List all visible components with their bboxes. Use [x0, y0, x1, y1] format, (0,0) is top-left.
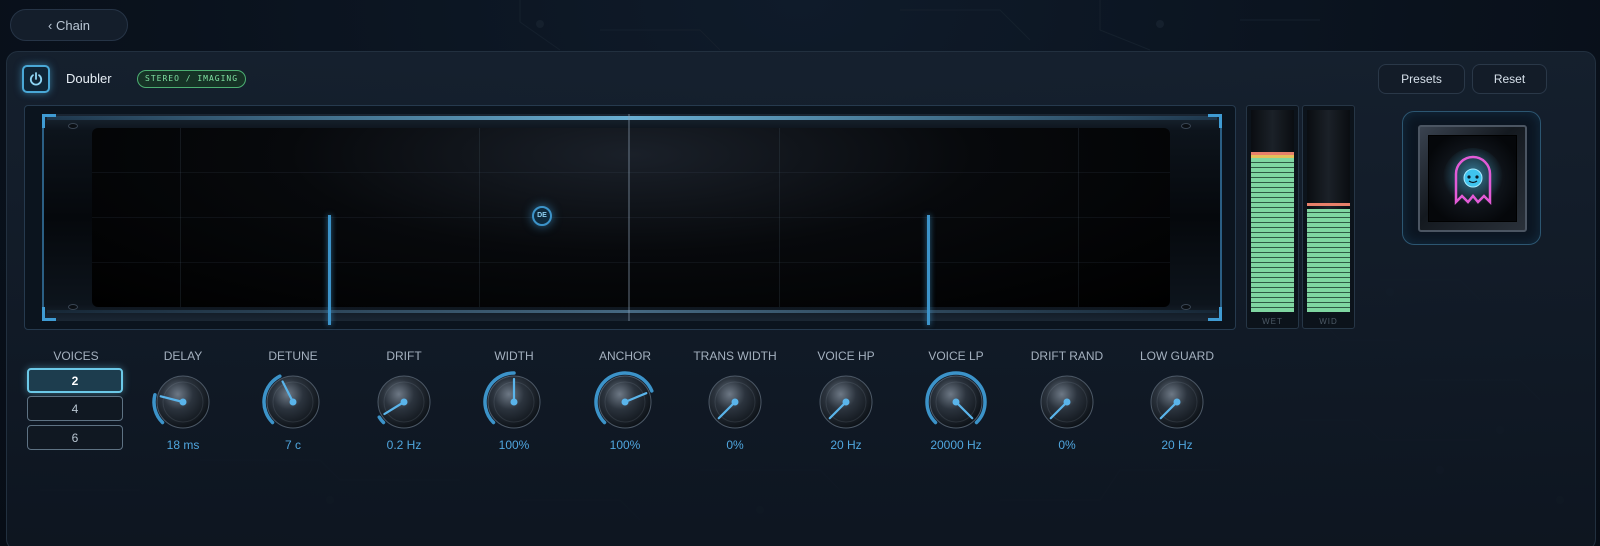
knob-value: 0% — [726, 438, 744, 452]
knob-label: ANCHOR — [598, 349, 651, 363]
knob-label: TRANS WIDTH — [693, 349, 777, 363]
knob-value: 0% — [1058, 438, 1076, 452]
meter-label: WET — [1262, 317, 1283, 326]
artwork-box — [1418, 125, 1527, 232]
plugin-artwork — [1402, 111, 1541, 245]
knob-center — [621, 398, 629, 406]
knob-label: VOICE LP — [928, 349, 984, 363]
grid-line — [92, 262, 1170, 263]
power-button[interactable] — [22, 65, 50, 93]
knob-label: WIDTH — [494, 349, 534, 363]
knob-dial[interactable] — [482, 370, 546, 434]
grid-line — [92, 172, 1170, 173]
ghost-logo-icon — [1443, 148, 1503, 208]
display-top-glow — [47, 116, 1217, 120]
artwork-screen — [1428, 135, 1517, 222]
meter-fill — [1251, 158, 1294, 312]
knob-detune[interactable]: DETUNE 7 c — [233, 349, 353, 452]
meter-peak — [1307, 203, 1350, 206]
knob-label: DRIFT RAND — [1030, 349, 1104, 363]
grid-line — [92, 217, 1170, 218]
knob-label: DELAY — [163, 349, 203, 363]
center-line — [628, 114, 630, 321]
knob-dial[interactable] — [151, 370, 215, 434]
display-corner — [1208, 114, 1222, 128]
category-badge: STEREO / IMAGING — [137, 70, 247, 88]
reset-button[interactable]: Reset — [1472, 64, 1547, 94]
knob-dial[interactable] — [814, 370, 878, 434]
presets-button[interactable]: Presets — [1378, 64, 1465, 94]
meter-label: WID — [1319, 317, 1338, 326]
knob-center — [1173, 398, 1181, 406]
knob-label: DRIFT — [386, 349, 422, 363]
back-to-chain-button[interactable]: ‹ Chain — [10, 9, 128, 41]
knob-value: 7 c — [284, 438, 301, 452]
knob-dial[interactable] — [1145, 370, 1209, 434]
voice-marker-right[interactable] — [927, 215, 930, 325]
knob-width[interactable]: WIDTH 100% — [454, 349, 574, 452]
knob-voice-hp[interactable]: VOICE HP 20 Hz — [786, 349, 906, 452]
screw-icon — [68, 123, 78, 129]
knob-center — [289, 398, 297, 406]
knob-center — [510, 398, 518, 406]
knob-value: 20000 Hz — [930, 438, 982, 452]
knob-dial[interactable] — [1035, 370, 1099, 434]
knob-value: 100% — [498, 438, 530, 452]
knob-drift-rand[interactable]: DRIFT RAND 0% — [1007, 349, 1127, 452]
knob-low-guard[interactable]: LOW GUARD 20 Hz — [1117, 349, 1237, 452]
screw-icon — [1181, 304, 1191, 310]
knob-center — [179, 398, 187, 406]
power-icon — [29, 72, 43, 86]
knob-dial[interactable] — [593, 370, 657, 434]
knob-dial[interactable] — [703, 370, 767, 434]
knob-center — [400, 398, 408, 406]
screw-icon — [68, 304, 78, 310]
knob-center — [1063, 398, 1071, 406]
knob-value: 20 Hz — [1161, 438, 1193, 452]
plugin-panel: Doubler STEREO / IMAGING Presets Reset D… — [6, 51, 1596, 546]
knob-value: 0.2 Hz — [386, 438, 422, 452]
meter-fill — [1307, 209, 1350, 312]
drift-position-dot[interactable]: DE — [532, 206, 552, 226]
plugin-title: Doubler — [66, 71, 112, 86]
voices-option-6[interactable]: 6 — [27, 425, 123, 450]
knob-label: VOICE HP — [817, 349, 875, 363]
knob-dial[interactable] — [372, 370, 436, 434]
knob-value: 18 ms — [166, 438, 200, 452]
voice-marker-left[interactable] — [328, 215, 331, 325]
meter-peak-hold — [1251, 155, 1294, 158]
knob-center — [842, 398, 850, 406]
voices-option-2[interactable]: 2 — [27, 368, 123, 393]
knob-label: DETUNE — [268, 349, 318, 363]
knob-delay[interactable]: DELAY 18 ms — [123, 349, 243, 452]
meter-track — [1251, 110, 1294, 312]
knob-drift[interactable]: DRIFT 0.2 Hz — [344, 349, 464, 452]
meter-track — [1307, 110, 1350, 312]
voices-option-4[interactable]: 4 — [27, 396, 123, 421]
meter-width: WID — [1302, 105, 1355, 329]
knob-voice-lp[interactable]: VOICE LP 20000 Hz — [896, 349, 1016, 452]
display-corner — [1208, 307, 1222, 321]
display-corner — [42, 114, 56, 128]
display-bottom-glow — [47, 310, 1217, 313]
knob-center — [731, 398, 739, 406]
knob-dial[interactable] — [261, 370, 325, 434]
knob-value: 100% — [609, 438, 641, 452]
knob-anchor[interactable]: ANCHOR 100% — [565, 349, 685, 452]
knob-trans-width[interactable]: TRANS WIDTH 0% — [675, 349, 795, 452]
display-corner — [42, 307, 56, 321]
knob-dial[interactable] — [924, 370, 988, 434]
voices-label: VOICES — [53, 349, 99, 363]
knob-center — [952, 398, 960, 406]
meter-wet: WET — [1246, 105, 1299, 329]
knob-value: 20 Hz — [830, 438, 862, 452]
knob-label: LOW GUARD — [1139, 349, 1214, 363]
screw-icon — [1181, 123, 1191, 129]
